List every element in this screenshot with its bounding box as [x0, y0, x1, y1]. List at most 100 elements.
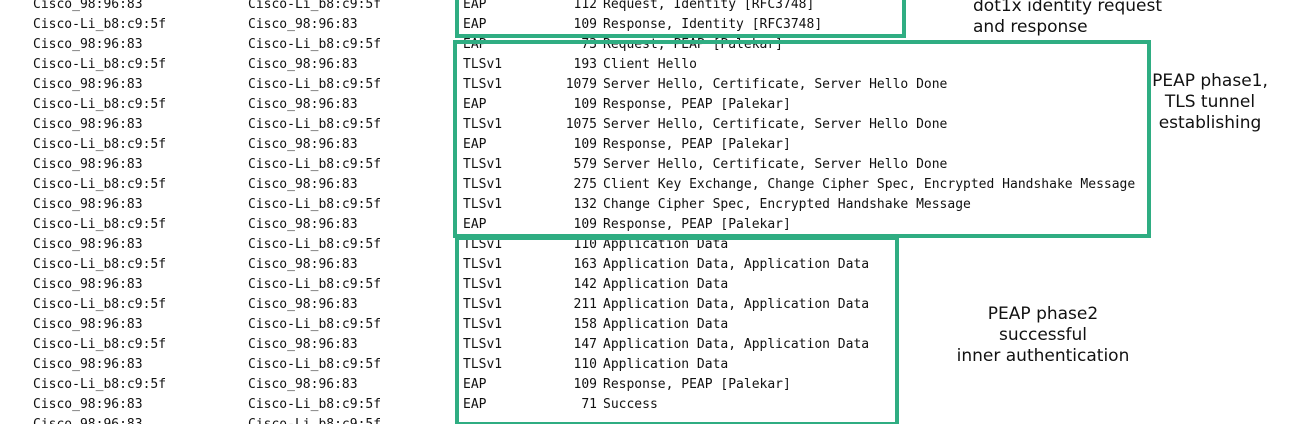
annotation-line: inner authentication — [956, 346, 1130, 366]
frame-length: 110 — [573, 237, 597, 252]
packet-info: Response, PEAP [Palekar] — [603, 217, 791, 232]
packet-row[interactable]: Cisco-Li_b8:c9:5f Cisco_98:96:83 EAP 109 Res… — [0, 215, 1160, 235]
packet-row[interactable]: Cisco-Li_b8:c9:5f Cisco_98:96:83 EAP 109 Res… — [0, 375, 1160, 395]
destination-address: Cisco-Li_b8:c9:5f — [248, 317, 382, 332]
frame-length: 132 — [573, 197, 597, 212]
frame-length: 147 — [573, 337, 597, 352]
packet-info: Response, Identity [RFC3748] — [603, 17, 823, 32]
source-address: Cisco-Li_b8:c9:5f — [33, 377, 167, 392]
protocol: TLSv1 — [463, 257, 503, 272]
packet-info: Application Data, Application Data — [603, 297, 870, 312]
packet-info: Application Data, Application Data — [603, 257, 870, 272]
frame-length: 109 — [573, 17, 597, 32]
frame-length: 109 — [573, 217, 597, 232]
packet-info: Server Hello, Certificate, Server Hello … — [603, 157, 948, 172]
packet-info: Change Cipher Spec, Encrypted Handshake … — [603, 197, 971, 212]
annotation-line: establishing — [1158, 113, 1262, 133]
packet-info: Request, PEAP [Palekar] — [603, 37, 784, 52]
source-address: Cisco_98:96:83 — [33, 357, 143, 372]
protocol: EAP — [463, 397, 487, 412]
destination-address: Cisco_98:96:83 — [248, 17, 358, 32]
frame-length: 109 — [573, 97, 597, 112]
protocol: EAP — [463, 0, 487, 12]
packet-info: Server Hello, Certificate, Server Hello … — [603, 77, 948, 92]
destination-address: Cisco_98:96:83 — [248, 57, 358, 72]
protocol: TLSv1 — [463, 57, 503, 72]
source-address: Cisco-Li_b8:c9:5f — [33, 137, 167, 152]
packet-info: Application Data — [603, 317, 729, 332]
source-address: Cisco-Li_b8:c9:5f — [33, 217, 167, 232]
destination-address: Cisco-Li_b8:c9:5f — [248, 0, 382, 12]
source-address: Cisco_98:96:83 — [33, 397, 143, 412]
protocol: TLSv1 — [463, 237, 503, 252]
peap-phase1-annotation: PEAP phase1, TLS tunnel establishing — [1140, 71, 1280, 134]
protocol: EAP — [463, 217, 487, 232]
packet-info: Application Data, Application Data — [603, 337, 870, 352]
packet-row[interactable]: Cisco-Li_b8:c9:5f Cisco_98:96:83 TLSv1 193 C… — [0, 55, 1160, 75]
protocol: TLSv1 — [463, 117, 503, 132]
peap-phase2-annotation: PEAP phase2 successful inner authenticat… — [940, 304, 1146, 367]
source-address: Cisco_98:96:83 — [33, 37, 143, 52]
packet-info: Application Data — [603, 277, 729, 292]
packet-row[interactable]: Cisco_98:96:83 Cisco-Li_b8:c9:5f TLSv1 579 S… — [0, 155, 1160, 175]
source-address: Cisco_98:96:83 — [33, 237, 143, 252]
frame-length: 1075 — [565, 117, 597, 132]
protocol: EAP — [463, 97, 487, 112]
dot1x-annotation: dot1x identity request and response — [973, 0, 1162, 38]
protocol: TLSv1 — [463, 177, 503, 192]
packet-capture-figure: Cisco_98:96:83 Cisco-Li_b8:c9:5f EAP 112 Req… — [0, 0, 1300, 424]
packet-info: Application Data — [603, 237, 729, 252]
destination-address: Cisco-Li_b8:c9:5f — [248, 117, 382, 132]
destination-address: Cisco-Li_b8:c9:5f — [248, 277, 382, 292]
packet-row[interactable]: Cisco_98:96:83 Cisco-Li_b8:c9:5f TLSv1 132 C… — [0, 195, 1160, 215]
packet-row[interactable]: Cisco_98:96:83 Cisco-Li_b8:c9:5f TLSv1 1079… — [0, 75, 1160, 95]
source-address: Cisco_98:96:83 — [33, 0, 143, 12]
annotation-line: dot1x identity request — [973, 0, 1163, 16]
source-address: Cisco_98:96:83 — [33, 197, 143, 212]
source-address: Cisco_98:96:83 — [33, 117, 143, 132]
annotation-line: PEAP phase2 — [987, 304, 1099, 324]
frame-length: 109 — [573, 137, 597, 152]
source-address: Cisco_98:96:83 — [33, 277, 143, 292]
protocol: TLSv1 — [463, 337, 503, 352]
packet-row[interactable]: Cisco_98:96:83 Cisco-Li_b8:c9:5f — [0, 415, 1160, 424]
destination-address: Cisco-Li_b8:c9:5f — [248, 357, 382, 372]
destination-address: Cisco_98:96:83 — [248, 217, 358, 232]
source-address: Cisco_98:96:83 — [33, 317, 143, 332]
annotation-line: PEAP phase1, — [1152, 71, 1268, 91]
packet-info: Response, PEAP [Palekar] — [603, 97, 791, 112]
source-address: Cisco-Li_b8:c9:5f — [33, 17, 167, 32]
frame-length: 142 — [573, 277, 597, 292]
destination-address: Cisco_98:96:83 — [248, 177, 358, 192]
destination-address: Cisco-Li_b8:c9:5f — [248, 77, 382, 92]
packet-row[interactable]: Cisco-Li_b8:c9:5f Cisco_98:96:83 TLSv1 163 A… — [0, 255, 1160, 275]
protocol: EAP — [463, 37, 487, 52]
source-address: Cisco_98:96:83 — [33, 415, 143, 424]
frame-length: 112 — [573, 0, 597, 12]
packet-row[interactable]: Cisco-Li_b8:c9:5f Cisco_98:96:83 EAP 109 Res… — [0, 95, 1160, 115]
packet-info: Client Hello — [603, 57, 697, 72]
packet-row[interactable]: Cisco-Li_b8:c9:5f Cisco_98:96:83 EAP 109 Res… — [0, 135, 1160, 155]
protocol: EAP — [463, 17, 487, 32]
packet-row[interactable]: Cisco-Li_b8:c9:5f Cisco_98:96:83 TLSv1 275 C… — [0, 175, 1160, 195]
destination-address: Cisco_98:96:83 — [248, 337, 358, 352]
protocol: TLSv1 — [463, 197, 503, 212]
source-address: Cisco-Li_b8:c9:5f — [33, 257, 167, 272]
source-address: Cisco-Li_b8:c9:5f — [33, 297, 167, 312]
packet-row[interactable]: Cisco_98:96:83 Cisco-Li_b8:c9:5f EAP 71 Succ… — [0, 395, 1160, 415]
frame-length: 163 — [573, 257, 597, 272]
source-address: Cisco-Li_b8:c9:5f — [33, 177, 167, 192]
destination-address: Cisco-Li_b8:c9:5f — [248, 397, 382, 412]
source-address: Cisco-Li_b8:c9:5f — [33, 337, 167, 352]
destination-address: Cisco_98:96:83 — [248, 137, 358, 152]
packet-row[interactable]: Cisco_98:96:83 Cisco-Li_b8:c9:5f EAP 73 Requ… — [0, 35, 1160, 55]
protocol: EAP — [463, 377, 487, 392]
packet-row[interactable]: Cisco_98:96:83 Cisco-Li_b8:c9:5f TLSv1 110 A… — [0, 235, 1160, 255]
destination-address: Cisco_98:96:83 — [248, 257, 358, 272]
frame-length: 109 — [573, 377, 597, 392]
protocol: TLSv1 — [463, 157, 503, 172]
packet-row[interactable]: Cisco_98:96:83 Cisco-Li_b8:c9:5f TLSv1 142 A… — [0, 275, 1160, 295]
packet-row[interactable]: Cisco_98:96:83 Cisco-Li_b8:c9:5f TLSv1 1075… — [0, 115, 1160, 135]
protocol: TLSv1 — [463, 357, 503, 372]
packet-info: Request, Identity [RFC3748] — [603, 0, 815, 12]
